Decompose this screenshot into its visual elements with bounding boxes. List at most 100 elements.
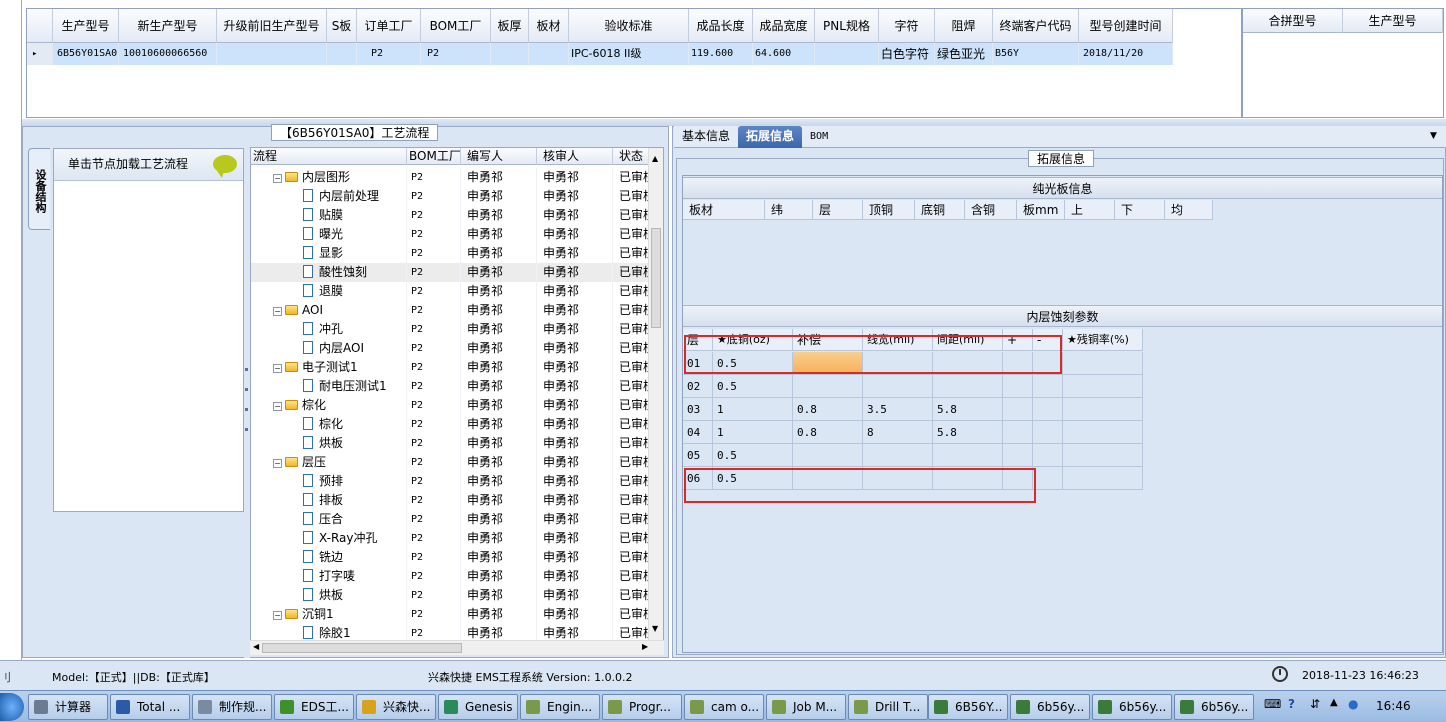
table-row[interactable]: 03 1 0.8 3.5 5.8 bbox=[683, 398, 1144, 421]
taskbar-button[interactable]: 6b56y... bbox=[1174, 694, 1254, 720]
tree-row[interactable]: 酸性蚀刻P2申勇祁申勇祁已审核 bbox=[251, 263, 651, 282]
tree-node[interactable]: 烘板 bbox=[251, 434, 407, 453]
taskbar-button[interactable]: Genesis bbox=[438, 694, 518, 720]
tree-row[interactable]: 烘板P2申勇祁申勇祁已审核 bbox=[251, 434, 651, 453]
process-tree[interactable]: 流程 BOM工厂 编写人 核审人 状态 −内层图形P2申勇祁申勇祁已审核内层前处… bbox=[250, 147, 664, 655]
col-header[interactable]: 成品宽度 bbox=[753, 9, 815, 43]
cell-material[interactable] bbox=[529, 43, 569, 65]
collapse-icon[interactable]: − bbox=[273, 611, 282, 620]
col-header[interactable]: 板材 bbox=[529, 9, 569, 43]
scroll-down-icon[interactable]: ▼ bbox=[652, 624, 658, 633]
etch-cell[interactable] bbox=[793, 375, 863, 398]
tree-row[interactable]: −层压P2申勇祁申勇祁已审核 bbox=[251, 453, 651, 472]
taskbar-button[interactable]: Engin... bbox=[520, 694, 600, 720]
taskbar-button[interactable]: Drill T... bbox=[848, 694, 928, 720]
col-header[interactable]: 订单工厂 bbox=[357, 9, 421, 43]
tree-node[interactable]: 耐电压测试1 bbox=[251, 377, 407, 396]
etch-cell[interactable]: 04 bbox=[683, 421, 713, 444]
etch-cell[interactable]: 8 bbox=[863, 421, 933, 444]
tree-row[interactable]: −AOIP2申勇祁申勇祁已审核 bbox=[251, 301, 651, 320]
tree-node[interactable]: 打字唛 bbox=[251, 567, 407, 586]
etch-cell[interactable] bbox=[1063, 375, 1143, 398]
col-header[interactable]: 终端客户代码 bbox=[993, 9, 1079, 43]
taskbar-button[interactable]: Job M... bbox=[766, 694, 846, 720]
etch-cell[interactable] bbox=[1003, 375, 1033, 398]
etch-cell[interactable] bbox=[863, 375, 933, 398]
tree-row[interactable]: −棕化P2申勇祁申勇祁已审核 bbox=[251, 396, 651, 415]
collapse-icon[interactable]: − bbox=[273, 402, 282, 411]
col-header[interactable]: PNL规格 bbox=[815, 9, 879, 43]
col-header[interactable]: S板 bbox=[327, 9, 357, 43]
col-header[interactable]: 流程 bbox=[251, 148, 407, 165]
tree-row[interactable]: 退膜P2申勇祁申勇祁已审核 bbox=[251, 282, 651, 301]
col-header[interactable]: 层 bbox=[813, 200, 863, 220]
cell-s-board[interactable] bbox=[327, 43, 357, 65]
etch-cell[interactable]: 03 bbox=[683, 398, 713, 421]
col-header[interactable]: 板材 bbox=[683, 200, 765, 220]
etch-cell[interactable]: 1 bbox=[713, 398, 793, 421]
cell-new-model[interactable]: 10010600066560 bbox=[119, 43, 217, 65]
horizontal-splitter[interactable] bbox=[22, 119, 1446, 126]
etch-cell[interactable] bbox=[1033, 398, 1063, 421]
tab-extended-info[interactable]: 拓展信息 bbox=[738, 126, 803, 148]
col-header[interactable]: 升级前旧生产型号 bbox=[217, 9, 327, 43]
etch-cell[interactable] bbox=[1003, 444, 1033, 467]
taskbar-button[interactable]: Total ... bbox=[110, 694, 190, 720]
tree-node[interactable]: − 层压 bbox=[251, 453, 407, 472]
table-row[interactable]: 04 1 0.8 8 5.8 bbox=[683, 421, 1144, 444]
tree-row[interactable]: −沉铜1P2申勇祁申勇祁已审核 bbox=[251, 605, 651, 624]
model-grid[interactable]: 生产型号 新生产型号 升级前旧生产型号 S板 订单工厂 BOM工厂 板厚 板材 … bbox=[26, 8, 1242, 118]
equipment-structure-tab[interactable]: 设备结构 bbox=[28, 148, 50, 230]
tree-node[interactable]: 内层前处理 bbox=[251, 187, 407, 206]
col-header[interactable]: 合拼型号 bbox=[1243, 9, 1343, 33]
etch-cell[interactable] bbox=[1033, 467, 1063, 490]
cell-pnl[interactable] bbox=[815, 43, 879, 65]
taskbar-time[interactable]: 16:46 bbox=[1376, 699, 1411, 713]
col-header[interactable]: 上 bbox=[1065, 200, 1115, 220]
col-header[interactable]: 含铜 bbox=[965, 200, 1017, 220]
chevron-down-icon[interactable]: ▼ bbox=[1430, 126, 1446, 147]
tree-node[interactable]: 棕化 bbox=[251, 415, 407, 434]
tree-row[interactable]: 显影P2申勇祁申勇祁已审核 bbox=[251, 244, 651, 263]
tree-node[interactable]: 排板 bbox=[251, 491, 407, 510]
taskbar-button[interactable]: 6b56y... bbox=[1092, 694, 1172, 720]
etch-cell[interactable]: 0.8 bbox=[793, 421, 863, 444]
etch-cell[interactable]: 3.5 bbox=[863, 398, 933, 421]
tree-node[interactable]: 退膜 bbox=[251, 282, 407, 301]
tray-expand-icon[interactable]: ▲ bbox=[1330, 697, 1338, 708]
col-header[interactable]: ★残铜率(%) bbox=[1063, 329, 1143, 351]
tree-horizontal-scrollbar[interactable]: ◀ ▶ bbox=[250, 640, 664, 655]
cell-thickness[interactable] bbox=[491, 43, 529, 65]
col-header[interactable]: 生产型号 bbox=[53, 9, 119, 43]
tree-node[interactable]: 压合 bbox=[251, 510, 407, 529]
cell-character[interactable]: 白色字符 bbox=[879, 43, 935, 65]
tab-basic-info[interactable]: 基本信息 bbox=[674, 126, 738, 148]
col-header[interactable]: 板厚 bbox=[491, 9, 529, 43]
etch-cell[interactable] bbox=[1003, 398, 1033, 421]
etch-cell[interactable]: 05 bbox=[683, 444, 713, 467]
etch-cell[interactable] bbox=[1063, 444, 1143, 467]
tree-node[interactable]: 酸性蚀刻 bbox=[251, 263, 407, 282]
etch-cell[interactable]: 0.5 bbox=[713, 375, 793, 398]
etch-cell[interactable]: 1 bbox=[713, 421, 793, 444]
tree-row[interactable]: 耐电压测试1P2申勇祁申勇祁已审核 bbox=[251, 377, 651, 396]
keyboard-icon[interactable]: ⌨ bbox=[1264, 697, 1281, 711]
tree-row[interactable]: −电子测试1P2申勇祁申勇祁已审核 bbox=[251, 358, 651, 377]
tree-node[interactable]: 预排 bbox=[251, 472, 407, 491]
tree-node[interactable]: 曝光 bbox=[251, 225, 407, 244]
tree-node[interactable]: 烘板 bbox=[251, 586, 407, 605]
col-header[interactable]: 顶铜 bbox=[863, 200, 915, 220]
tree-row[interactable]: 曝光P2申勇祁申勇祁已审核 bbox=[251, 225, 651, 244]
cell-standard[interactable]: IPC-6018 II级 bbox=[569, 43, 689, 65]
cell-bom-factory[interactable]: P2 bbox=[421, 43, 491, 65]
etch-cell[interactable] bbox=[1033, 375, 1063, 398]
taskbar-button[interactable]: 兴森快... bbox=[356, 694, 436, 720]
taskbar-button[interactable]: 计算器 bbox=[28, 694, 108, 720]
taskbar-button[interactable]: EDS工... bbox=[274, 694, 354, 720]
col-header[interactable]: 均 bbox=[1165, 200, 1213, 220]
collapse-icon[interactable]: − bbox=[273, 459, 282, 468]
col-header[interactable]: 板mm bbox=[1017, 200, 1065, 220]
etch-cell[interactable]: 5.8 bbox=[933, 421, 1003, 444]
tree-node[interactable]: − 电子测试1 bbox=[251, 358, 407, 377]
etch-cell[interactable] bbox=[933, 444, 1003, 467]
